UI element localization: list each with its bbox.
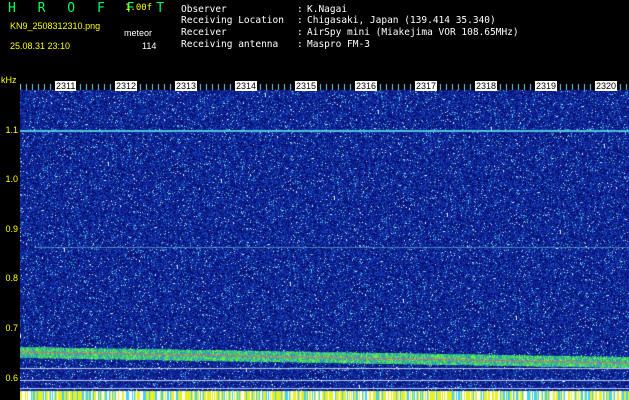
datetime: 25.08.31 23:10 [10,41,71,51]
y-tick-label: 1.0 [5,174,18,184]
y-tick-label: 0.9 [5,224,18,234]
meta-label-observer: Observer [181,4,227,15]
meta-label-location: Receiving Location [181,15,284,26]
meta-colon: : [297,27,303,38]
y-tick-label: 0.6 [5,373,18,383]
x-tick-label: 2318 [475,81,498,91]
meta-value-observer: K.Nagai [307,4,348,15]
x-tick-label: 2317 [415,81,438,91]
meta-label-antenna: Receiving antenna [181,39,279,50]
meta-colon: : [297,4,303,15]
x-tick-label: 2319 [535,81,558,91]
y-tick-label: 0.8 [5,273,18,283]
app-version: 1.00f [125,3,153,13]
x-tick-label: 2312 [115,81,138,91]
x-tick-label: 2314 [235,81,258,91]
meta-colon: : [297,15,303,26]
meta-value-location: Chigasaki, Japan (139.414 35.340) [307,15,496,26]
x-tick-label: 2313 [175,81,198,91]
y-tick-label: 0.7 [5,323,18,333]
mode-label: meteor [124,28,153,38]
count-value: 114 [142,41,157,51]
meta-value-receiver: AirSpy mini (Miakejima VOR 108.65MHz) [307,27,519,38]
y-axis-unit: kHz [1,75,17,85]
x-tick-label: 2316 [355,81,378,91]
spectrogram-plot [20,82,629,400]
meta-value-antenna: Maspro FM-3 [307,39,370,50]
x-tick-label: 2320 [595,81,618,91]
x-tick-label: 2315 [295,81,318,91]
x-tick-label: 2311 [55,81,77,91]
meta-label-receiver: Receiver [181,27,227,38]
y-tick-label: 1.1 [5,125,18,135]
meta-colon: : [297,39,303,50]
file-name: KN9_2508312310.png [10,21,101,31]
